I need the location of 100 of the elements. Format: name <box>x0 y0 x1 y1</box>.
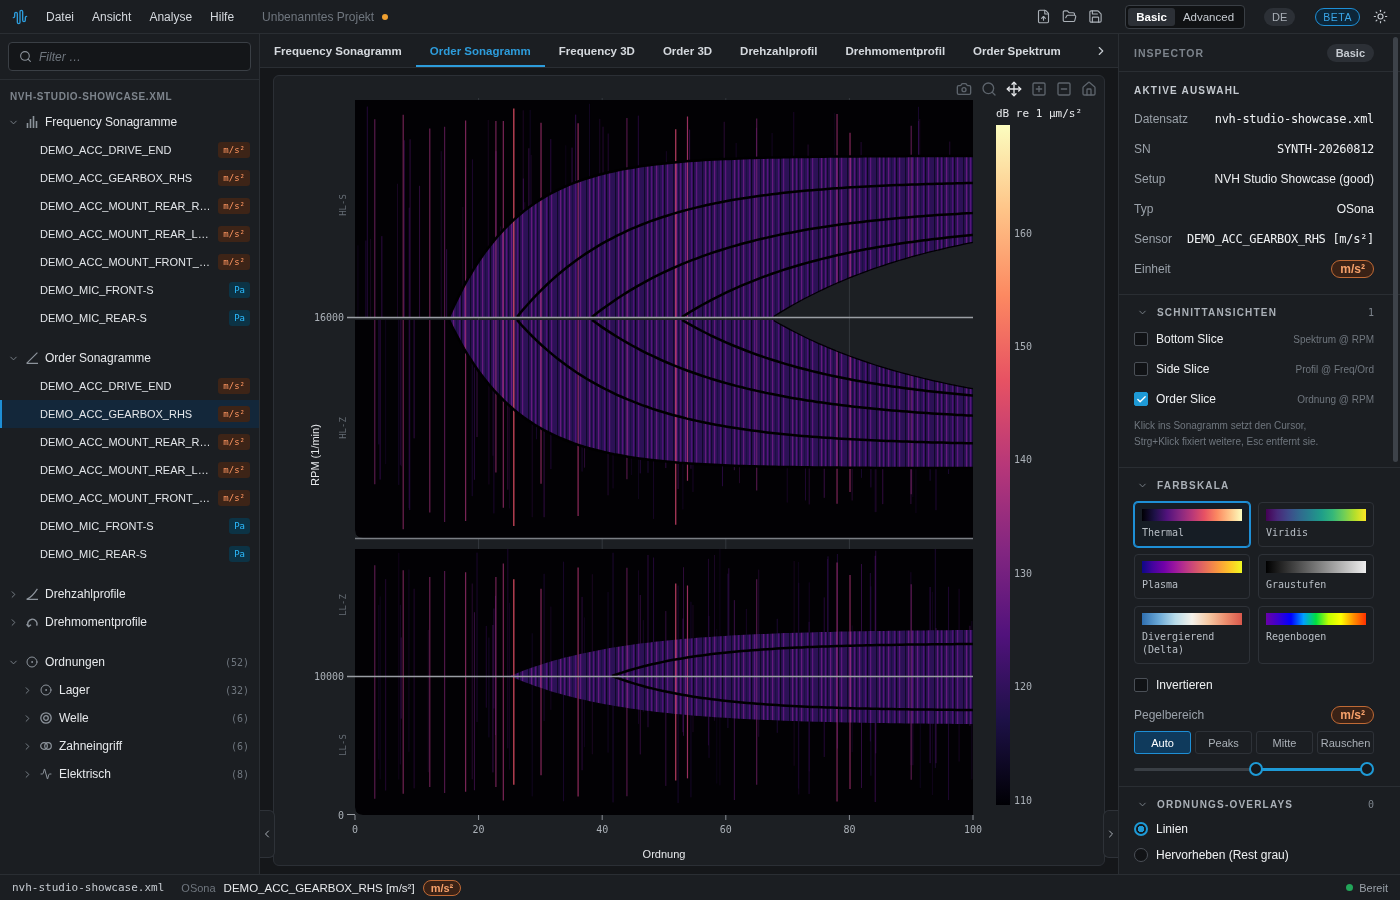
status-type: OSona <box>181 881 216 894</box>
save-icon[interactable] <box>1088 9 1104 24</box>
axis-title: Ordnung <box>642 848 686 860</box>
checkbox[interactable] <box>1134 362 1148 376</box>
unit-badge: m/s² <box>218 226 250 242</box>
tab[interactable]: Order 3D <box>648 34 727 67</box>
colormap-option[interactable]: Viridis <box>1258 502 1374 547</box>
unit-badge: m/s² <box>218 254 250 270</box>
colormap-option[interactable]: Plasma <box>1134 554 1250 599</box>
tree-group[interactable]: Order Sonagramme <box>0 344 259 372</box>
tree-item[interactable]: DEMO_ACC_MOUNT_REAR_R… m/s² <box>0 192 259 220</box>
tree-group[interactable]: Drehzahlprofile <box>0 580 259 608</box>
scrollbar-thumb[interactable] <box>1393 37 1398 462</box>
menu-item[interactable]: Analyse <box>141 5 201 28</box>
tree-group[interactable]: Zahneingriff (6) <box>0 732 259 760</box>
radio-label[interactable]: Linien <box>1156 822 1189 836</box>
tab[interactable]: Drehmomentprofil <box>831 34 960 67</box>
camera-icon[interactable] <box>956 81 972 97</box>
menu-item[interactable]: Datei <box>38 5 82 28</box>
minus-square-icon[interactable] <box>1056 81 1072 97</box>
preset-button[interactable]: Peaks <box>1195 731 1252 754</box>
colormap-option[interactable]: Divergierend (Delta) <box>1134 606 1250 664</box>
tree-item[interactable]: DEMO_ACC_GEARBOX_RHS m/s² <box>0 164 259 192</box>
tree-group[interactable]: Ordnungen (52) <box>0 648 259 676</box>
spectrogram-heatmap[interactable] <box>355 320 973 538</box>
checkbox[interactable] <box>1134 678 1148 692</box>
sun-icon[interactable] <box>1373 9 1388 24</box>
colorbar-tick-label: 140 <box>1014 454 1033 466</box>
tree-item[interactable]: DEMO_ACC_MOUNT_FRONT_… m/s² <box>0 248 259 276</box>
tree-item[interactable]: DEMO_ACC_GEARBOX_RHS m/s² <box>0 400 259 428</box>
colormap-option[interactable]: Regenbogen <box>1258 606 1374 664</box>
tab[interactable]: Order Spektrum <box>959 34 1075 67</box>
axis-tick-label: 40 <box>596 824 609 835</box>
tree-group[interactable]: Frequency Sonagramme <box>0 108 259 136</box>
bar-chart-icon <box>26 116 38 128</box>
folder-icon[interactable] <box>1062 9 1078 24</box>
checkbox-label[interactable]: Invertieren <box>1156 678 1213 692</box>
axis-tick-label: 60 <box>719 824 732 835</box>
tree-group[interactable]: Lager (32) <box>0 676 259 704</box>
range-thumb[interactable] <box>1249 762 1264 776</box>
tree-item[interactable]: DEMO_ACC_MOUNT_REAR_L… m/s² <box>0 456 259 484</box>
field-value: nvh-studio-showcase.xml <box>1214 112 1374 126</box>
range-thumb[interactable] <box>1359 762 1374 776</box>
radio-label[interactable]: Hervorheben (Rest grau) <box>1156 848 1289 862</box>
mode-tab[interactable]: Advanced <box>1174 7 1243 26</box>
collapse-handle[interactable] <box>260 810 275 858</box>
tree-item[interactable]: DEMO_MIC_REAR-S Pa <box>0 304 259 332</box>
preset-button[interactable]: Rauschen <box>1317 731 1374 754</box>
checkbox-label[interactable]: Order Slice <box>1156 392 1217 406</box>
spectrogram-heatmap[interactable] <box>355 549 973 815</box>
tree-group[interactable]: Drehmomentprofile <box>0 608 259 636</box>
spectrogram-heatmap[interactable] <box>355 100 973 317</box>
colormap-option[interactable]: Graustufen <box>1258 554 1374 599</box>
checkbox[interactable] <box>1134 332 1148 346</box>
tree-item[interactable]: DEMO_ACC_MOUNT_REAR_L… m/s² <box>0 220 259 248</box>
tree-item[interactable]: DEMO_ACC_MOUNT_FRONT_… m/s² <box>0 484 259 512</box>
checkbox-label[interactable]: Side Slice <box>1156 362 1210 376</box>
item-count: (8) <box>230 768 249 780</box>
preset-button[interactable]: Auto <box>1134 731 1191 754</box>
tree-item[interactable]: DEMO_ACC_MOUNT_REAR_R… m/s² <box>0 428 259 456</box>
checkbox[interactable] <box>1134 392 1148 406</box>
file-upload-icon[interactable] <box>1036 9 1052 24</box>
mode-tab[interactable]: Basic <box>1128 7 1175 26</box>
field-label: Sensor <box>1134 232 1173 246</box>
waveform-icon[interactable] <box>12 8 28 25</box>
radio-button[interactable] <box>1134 848 1148 862</box>
collapse-handle[interactable] <box>1103 810 1118 858</box>
move-icon[interactable] <box>1006 81 1022 97</box>
filter-field[interactable]: Filter … <box>8 42 251 71</box>
menu-item[interactable]: Ansicht <box>84 5 140 28</box>
item-count: (6) <box>230 740 249 752</box>
colormap-option[interactable]: Thermal <box>1134 502 1250 547</box>
colorbar-tick-label: 120 <box>1014 681 1033 693</box>
circle-dot-icon <box>40 684 52 696</box>
tab[interactable]: Order Sonagramm <box>415 34 545 67</box>
home-icon[interactable] <box>1081 81 1097 97</box>
section-header[interactable]: FARBSKALA <box>1134 473 1374 497</box>
unit-pill: m/s² <box>422 879 462 896</box>
tree-item[interactable]: DEMO_ACC_DRIVE_END m/s² <box>0 136 259 164</box>
plus-square-icon[interactable] <box>1031 81 1047 97</box>
menu-item[interactable]: Hilfe <box>202 5 243 28</box>
language-button[interactable]: DE <box>1264 7 1296 26</box>
tree-group[interactable]: Welle (6) <box>0 704 259 732</box>
preset-button[interactable]: Mitte <box>1256 731 1313 754</box>
section-header[interactable]: SCHNITTANSICHTEN 1 <box>1134 300 1374 324</box>
tree-item[interactable]: DEMO_MIC_FRONT-S Pa <box>0 276 259 304</box>
tree-item[interactable]: DEMO_MIC_FRONT-S Pa <box>0 512 259 540</box>
section-header[interactable]: ORDNUNGS-OVERLAYS 0 <box>1134 792 1374 816</box>
tree-item[interactable]: DEMO_MIC_REAR-S Pa <box>0 540 259 568</box>
tab[interactable]: Frequency 3D <box>544 34 649 67</box>
tab[interactable]: Frequency Sonagramm <box>260 34 416 67</box>
tab[interactable]: Drehzahlprofil <box>726 34 832 67</box>
tree-group[interactable]: Elektrisch (8) <box>0 760 259 788</box>
radio-button[interactable] <box>1134 822 1148 836</box>
field-label: Setup <box>1134 172 1166 186</box>
tree-item[interactable]: DEMO_ACC_DRIVE_END m/s² <box>0 372 259 400</box>
magnifier-icon[interactable] <box>981 81 997 97</box>
subplot-label: LL-Z <box>338 594 348 616</box>
checkbox-label[interactable]: Bottom Slice <box>1156 332 1224 346</box>
mode-badge: Basic <box>1326 43 1374 62</box>
